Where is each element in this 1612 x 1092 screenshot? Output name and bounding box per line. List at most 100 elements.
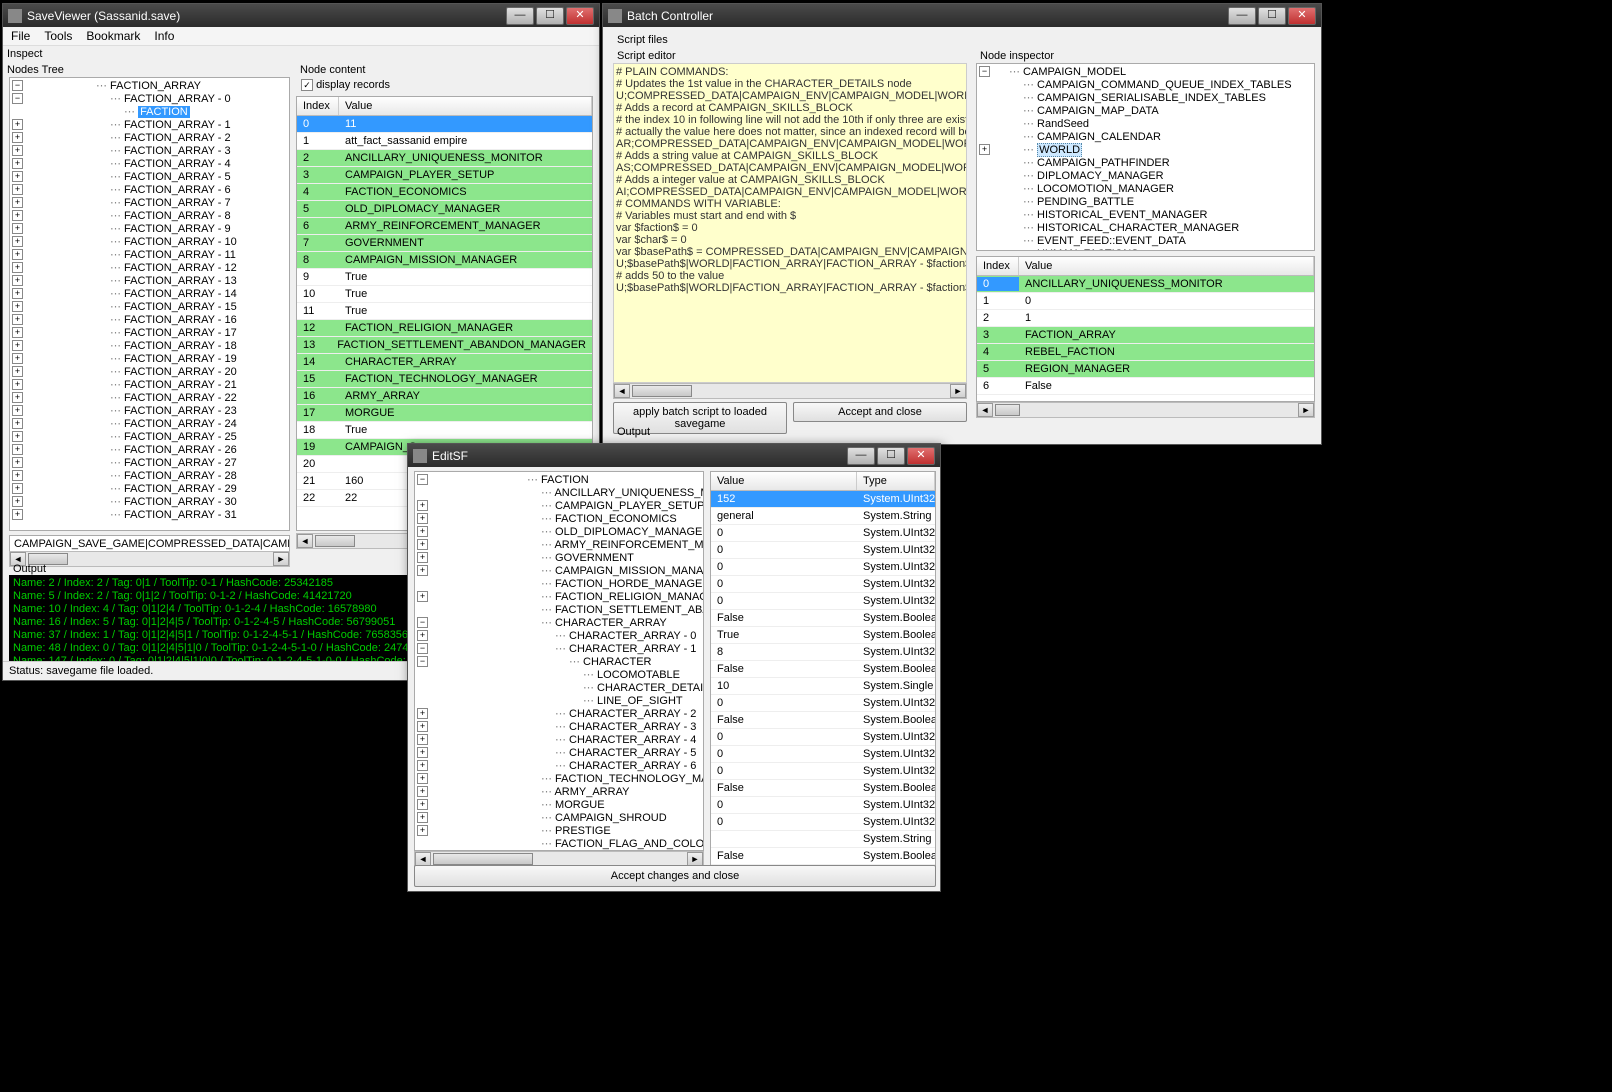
script-hscroll[interactable]: ◄ ► — [613, 383, 967, 399]
tree-item[interactable]: +⋯ CHARACTER_ARRAY - 3 — [417, 721, 701, 734]
expander-icon[interactable]: + — [417, 773, 428, 784]
expander-icon[interactable]: + — [12, 197, 23, 208]
table-row[interactable]: 10 — [977, 293, 1314, 310]
tree-item[interactable]: +⋯ FACTION_ARRAY - 25 — [12, 431, 287, 444]
tree-item[interactable]: −⋯ FACTION_ARRAY - 0 — [12, 93, 287, 106]
table-row[interactable]: 7GOVERNMENT — [297, 235, 592, 252]
tree-item[interactable]: ⋯ HUMAN_FACTIONS — [979, 248, 1312, 251]
expander-icon[interactable]: + — [979, 144, 990, 155]
th-index[interactable]: Index — [297, 97, 339, 115]
tree-item[interactable]: ⋯ CAMPAIGN_COMMAND_QUEUE_INDEX_TABLES — [979, 79, 1312, 92]
tree-item[interactable]: ⋯ ANCILLARY_UNIQUENESS_MOI — [417, 487, 701, 500]
tree-item[interactable]: +⋯ FACTION_ARRAY - 18 — [12, 340, 287, 353]
th-index[interactable]: Index — [977, 257, 1019, 275]
th-type[interactable]: Type — [857, 472, 935, 490]
table-row[interactable]: 0System.UInt32 — [711, 814, 935, 831]
table-row[interactable]: 0System.UInt32 — [711, 729, 935, 746]
tree-item[interactable]: ⋯ LOCOMOTION_MANAGER — [979, 183, 1312, 196]
tree-item[interactable]: +⋯ ARMY_REINFORCEMENT_MAN — [417, 539, 701, 552]
tree-item[interactable]: +⋯ FACTION_ARRAY - 11 — [12, 249, 287, 262]
close-button[interactable]: ✕ — [1288, 7, 1316, 25]
expander-icon[interactable]: + — [417, 721, 428, 732]
expander-icon[interactable]: + — [12, 405, 23, 416]
close-button[interactable]: ✕ — [907, 447, 935, 465]
expander-icon[interactable]: + — [12, 340, 23, 351]
expander-icon[interactable]: − — [979, 66, 990, 77]
th-value[interactable]: Value — [339, 97, 592, 115]
tree-item[interactable]: +⋯ FACTION_ARRAY - 16 — [12, 314, 287, 327]
expander-icon[interactable]: + — [12, 210, 23, 221]
tree-item[interactable]: +⋯ FACTION_ARRAY - 3 — [12, 145, 287, 158]
table-row[interactable]: 11True — [297, 303, 592, 320]
expander-icon[interactable]: + — [12, 431, 23, 442]
inspector-hscroll[interactable]: ◄ ► — [976, 402, 1315, 418]
tree-item[interactable]: ⋯ HISTORICAL_EVENT_MANAGER — [979, 209, 1312, 222]
expander-icon[interactable]: − — [417, 474, 428, 485]
table-row[interactable]: 6False — [977, 378, 1314, 395]
table-row[interactable]: 3FACTION_ARRAY — [977, 327, 1314, 344]
expander-icon[interactable]: + — [12, 171, 23, 182]
tree-item[interactable]: +⋯ FACTION_ARRAY - 2 — [12, 132, 287, 145]
tree-item[interactable]: −⋯ FACTION_ARRAY — [12, 80, 287, 93]
scroll-thumb[interactable] — [995, 404, 1020, 416]
table-row[interactable]: 16ARMY_ARRAY — [297, 388, 592, 405]
table-row[interactable]: 8CAMPAIGN_MISSION_MANAGER — [297, 252, 592, 269]
table-row[interactable]: 12FACTION_RELIGION_MANAGER — [297, 320, 592, 337]
tree-item[interactable]: ⋯ PENDING_BATTLE — [979, 196, 1312, 209]
tree-item[interactable]: +⋯ FACTION_TECHNOLOGY_MANA — [417, 773, 701, 786]
table-row[interactable]: 1att_fact_sassanid empire — [297, 133, 592, 150]
tree-item[interactable]: +⋯ FACTION_ARRAY - 21 — [12, 379, 287, 392]
expander-icon[interactable]: + — [417, 500, 428, 511]
expander-icon[interactable]: + — [12, 496, 23, 507]
tree-item-world[interactable]: +⋯ WORLD — [979, 144, 1312, 157]
table-row[interactable]: System.String — [711, 831, 935, 848]
tree-item[interactable]: +⋯ FACTION_ARRAY - 6 — [12, 184, 287, 197]
table-row[interactable]: 0System.UInt32 — [711, 593, 935, 610]
table-row[interactable]: 18True — [297, 422, 592, 439]
tree-item[interactable]: +⋯ CAMPAIGN_PLAYER_SETUP — [417, 500, 701, 513]
minimize-button[interactable]: — — [1228, 7, 1256, 25]
expander-icon[interactable]: + — [417, 565, 428, 576]
table-row[interactable]: 5REGION_MANAGER — [977, 361, 1314, 378]
expander-icon[interactable]: + — [12, 327, 23, 338]
expander-icon[interactable]: + — [417, 552, 428, 563]
expander-icon[interactable]: + — [12, 301, 23, 312]
expander-icon[interactable]: + — [417, 708, 428, 719]
table-row[interactable]: 5OLD_DIPLOMACY_MANAGER — [297, 201, 592, 218]
expander-icon[interactable]: + — [12, 444, 23, 455]
scroll-left-icon[interactable]: ◄ — [415, 852, 431, 866]
expander-icon[interactable]: + — [12, 223, 23, 234]
table-row[interactable]: 10System.Single — [711, 678, 935, 695]
node-inspector-tree[interactable]: −⋯ CAMPAIGN_MODEL⋯ CAMPAIGN_COMMAND_QUEU… — [976, 63, 1315, 251]
expander-icon[interactable]: + — [417, 539, 428, 550]
tree-item[interactable]: +⋯ FACTION_ARRAY - 12 — [12, 262, 287, 275]
tree-item[interactable]: +⋯ FACTION_ARRAY - 4 — [12, 158, 287, 171]
tree-item[interactable]: +⋯ FACTION_ARRAY - 22 — [12, 392, 287, 405]
table-row[interactable]: TrueSystem.Boolean — [711, 627, 935, 644]
expander-icon[interactable]: + — [12, 119, 23, 130]
expander-icon[interactable]: + — [12, 418, 23, 429]
table-row[interactable]: 0System.UInt32 — [711, 559, 935, 576]
expander-icon[interactable]: + — [417, 734, 428, 745]
expander-icon[interactable]: + — [12, 483, 23, 494]
script-editor[interactable]: # PLAIN COMMANDS:# Updates the 1st value… — [613, 63, 967, 383]
expander-icon[interactable]: + — [417, 513, 428, 524]
table-row[interactable]: 15FACTION_TECHNOLOGY_MANAGER — [297, 371, 592, 388]
expander-icon[interactable]: + — [417, 760, 428, 771]
tree-item[interactable]: +⋯ PRESTIGE — [417, 825, 701, 838]
tree-item[interactable]: +⋯ FACTION_ARRAY - 24 — [12, 418, 287, 431]
table-row[interactable]: 0ANCILLARY_UNIQUENESS_MONITOR — [977, 276, 1314, 293]
tree-item[interactable]: +⋯ FACTION_ARRAY - 19 — [12, 353, 287, 366]
tree-item[interactable]: −⋯ CHARACTER_ARRAY - 1 — [417, 643, 701, 656]
scroll-thumb[interactable] — [433, 853, 533, 865]
table-row[interactable]: 9True — [297, 269, 592, 286]
menu-tools[interactable]: Tools — [44, 29, 72, 43]
node-inspector-table[interactable]: Index Value 0ANCILLARY_UNIQUENESS_MONITO… — [976, 256, 1315, 402]
tree-item[interactable]: +⋯ FACTION_ARRAY - 9 — [12, 223, 287, 236]
tree-item[interactable]: +⋯ FACTION_ARRAY - 30 — [12, 496, 287, 509]
th-value[interactable]: Value — [711, 472, 857, 490]
scroll-left-icon[interactable]: ◄ — [614, 384, 630, 398]
table-row[interactable]: 13FACTION_SETTLEMENT_ABANDON_MANAGER — [297, 337, 592, 354]
tree-item[interactable]: +⋯ GOVERNMENT — [417, 552, 701, 565]
tree-item[interactable]: ⋯ CAMPAIGN_SERIALISABLE_INDEX_TABLES — [979, 92, 1312, 105]
